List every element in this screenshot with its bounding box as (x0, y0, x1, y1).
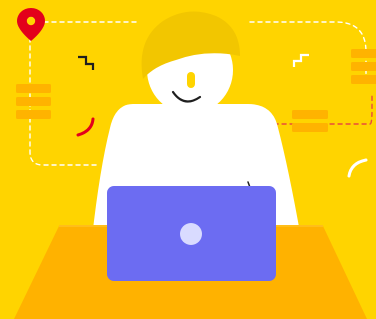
stacked-bars-icon-left (16, 84, 51, 119)
person-eye (187, 72, 195, 88)
illustration-scene (0, 0, 376, 319)
laptop-logo (180, 223, 202, 245)
illustration-canvas (0, 0, 376, 319)
stacked-bars-icon-right (351, 49, 376, 84)
